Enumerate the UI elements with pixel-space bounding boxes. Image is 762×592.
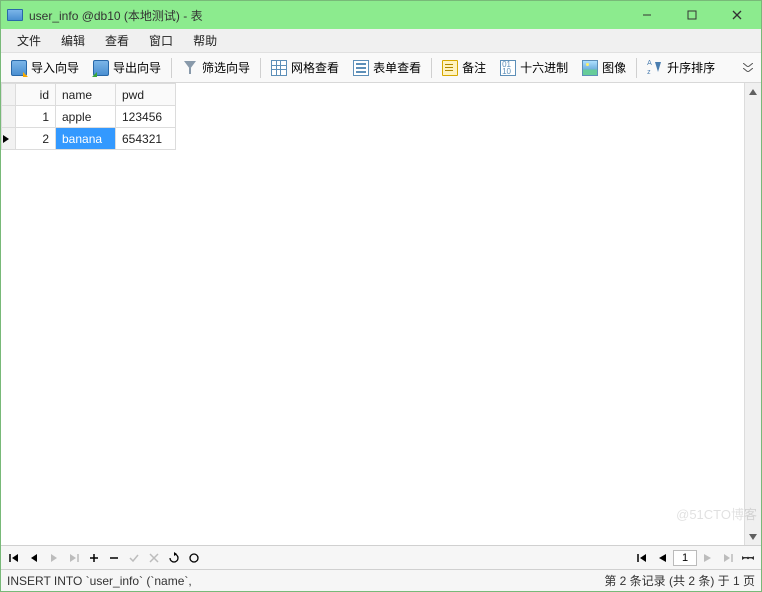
record-navigation-bar [1,545,761,569]
nav-cancel-button[interactable] [145,549,163,567]
nav-delete-button[interactable] [105,549,123,567]
window-title: user_info @db10 (本地测试) - 表 [29,7,625,24]
column-header-id[interactable]: id [16,84,56,106]
toolbar: 导入向导 导出向导 筛选向导 网格查看 表单查看 备注 十六进制 图像 升序排序 [1,53,761,83]
row-selector-header[interactable] [2,84,16,106]
memo-button[interactable]: 备注 [436,56,492,79]
page-next-button[interactable] [699,549,717,567]
page-prev-button[interactable] [653,549,671,567]
filter-icon [182,60,198,76]
title-bar: user_info @db10 (本地测试) - 表 [1,1,761,29]
image-button[interactable]: 图像 [576,56,632,79]
row-selector[interactable] [2,128,16,150]
nav-insert-button[interactable] [85,549,103,567]
separator [260,58,261,78]
image-label: 图像 [602,59,626,76]
menu-file[interactable]: 文件 [7,29,51,52]
nav-refresh-button[interactable] [165,549,183,567]
nav-prev-button[interactable] [25,549,43,567]
import-wizard-button[interactable]: 导入向导 [5,56,85,79]
page-number-input[interactable] [673,550,697,566]
nav-first-button[interactable] [5,549,23,567]
grid-icon [271,60,287,76]
import-icon [11,60,27,76]
maximize-button[interactable] [670,5,714,25]
page-settings-button[interactable] [739,549,757,567]
scroll-up-button[interactable] [745,83,761,100]
cell-id[interactable]: 1 [16,106,56,128]
column-header-name[interactable]: name [56,84,116,106]
form-icon [353,60,369,76]
nav-post-button[interactable] [125,549,143,567]
status-bar: INSERT INTO `user_info` (`name`, 第 2 条记录… [1,569,761,591]
status-sql-text: INSERT INTO `user_info` (`name`, [7,574,604,588]
export-wizard-button[interactable]: 导出向导 [87,56,167,79]
menu-window[interactable]: 窗口 [139,29,183,52]
column-header-pwd[interactable]: pwd [116,84,176,106]
vertical-scrollbar[interactable] [744,83,761,545]
hex-label: 十六进制 [520,59,568,76]
separator [431,58,432,78]
import-label: 导入向导 [31,59,79,76]
cell-name[interactable]: apple [56,106,116,128]
sort-label: 升序排序 [667,59,715,76]
cell-name[interactable]: banana [56,128,116,150]
scroll-down-button[interactable] [745,528,761,545]
image-icon [582,60,598,76]
cell-pwd[interactable]: 123456 [116,106,176,128]
nav-stop-button[interactable] [185,549,203,567]
toolbar-overflow-button[interactable] [739,59,757,76]
menu-help[interactable]: 帮助 [183,29,227,52]
table-row[interactable]: 2banana654321 [2,128,176,150]
export-label: 导出向导 [113,59,161,76]
menu-edit[interactable]: 编辑 [51,29,95,52]
data-grid[interactable]: id name pwd 1apple1234562banana654321 [1,83,744,545]
close-button[interactable] [715,5,759,25]
cell-pwd[interactable]: 654321 [116,128,176,150]
form-view-button[interactable]: 表单查看 [347,56,427,79]
grid-label: 网格查看 [291,59,339,76]
separator [171,58,172,78]
status-record-info: 第 2 条记录 (共 2 条) 于 1 页 [604,572,755,589]
menu-bar: 文件 编辑 查看 窗口 帮助 [1,29,761,53]
memo-label: 备注 [462,59,486,76]
sort-asc-button[interactable]: 升序排序 [641,56,721,79]
page-first-button[interactable] [633,549,651,567]
hex-icon [500,60,516,76]
form-label: 表单查看 [373,59,421,76]
separator [636,58,637,78]
nav-last-button[interactable] [65,549,83,567]
scroll-track[interactable] [745,100,761,528]
grid-view-button[interactable]: 网格查看 [265,56,345,79]
sort-icon [647,60,663,76]
menu-view[interactable]: 查看 [95,29,139,52]
memo-icon [442,60,458,76]
hex-button[interactable]: 十六进制 [494,56,574,79]
filter-label: 筛选向导 [202,59,250,76]
table-row[interactable]: 1apple123456 [2,106,176,128]
cell-id[interactable]: 2 [16,128,56,150]
filter-wizard-button[interactable]: 筛选向导 [176,56,256,79]
nav-next-button[interactable] [45,549,63,567]
page-last-button[interactable] [719,549,737,567]
work-area: id name pwd 1apple1234562banana654321 @5… [1,83,761,545]
minimize-button[interactable] [625,5,669,25]
export-icon [93,60,109,76]
app-icon [7,9,23,21]
row-selector[interactable] [2,106,16,128]
